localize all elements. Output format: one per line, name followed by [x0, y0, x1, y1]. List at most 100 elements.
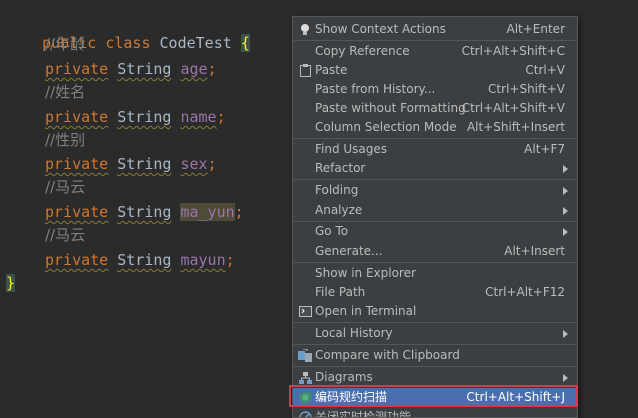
menu-item-shortcut: Ctrl+Alt+F12	[485, 285, 565, 299]
code-line-comment[interactable]: //年龄	[6, 33, 85, 56]
closing-brace: }	[6, 274, 16, 292]
scan-icon	[298, 390, 312, 405]
menu-item-label: Show Context Actions	[315, 22, 446, 36]
menu-item-label: Compare with Clipboard	[315, 348, 460, 362]
code-line-field-name[interactable]: private String name;	[6, 106, 226, 129]
menu-item-file-path[interactable]: File Path Ctrl+Alt+F12	[293, 283, 577, 302]
menu-item-refactor[interactable]: Refactor	[293, 159, 577, 178]
menu-item-local-history[interactable]: Local History	[293, 324, 577, 343]
menu-item-open-in-terminal[interactable]: Open in Terminal	[293, 302, 577, 321]
menu-item-label: Paste	[315, 63, 348, 77]
menu-separator	[294, 322, 576, 323]
menu-item-show-in-explorer[interactable]: Show in Explorer	[293, 264, 577, 283]
menu-item-shortcut: Alt+F7	[524, 142, 565, 156]
menu-item-paste-from-history[interactable]: Paste from History... Ctrl+Shift+V	[293, 80, 577, 99]
semicolon: ;	[207, 60, 217, 78]
field-name: mayun	[180, 251, 226, 269]
menu-item-shortcut: Ctrl+Alt+Shift+J	[466, 390, 565, 404]
menu-item-label: Local History	[315, 326, 393, 340]
menu-separator	[294, 344, 576, 345]
diagram-icon	[298, 370, 312, 385]
semicolon: ;	[234, 203, 244, 221]
menu-item-shortcut: Alt+Insert	[504, 244, 565, 258]
code-line-comment[interactable]: //马云	[6, 176, 85, 199]
editor-context-menu: Show Context Actions Alt+Enter Copy Refe…	[292, 16, 578, 418]
class-name: CodeTest	[159, 34, 232, 52]
menu-item-label: Show in Explorer	[315, 266, 416, 280]
menu-item-label: File Path	[315, 285, 366, 299]
menu-separator	[294, 138, 576, 139]
menu-separator	[294, 179, 576, 180]
menu-item-shortcut: Ctrl+V	[525, 63, 565, 77]
menu-item-code-standard-scan[interactable]: 编码规约扫描 Ctrl+Alt+Shift+J	[293, 388, 577, 407]
menu-item-label: Generate...	[315, 244, 383, 258]
menu-item-show-context-actions[interactable]: Show Context Actions Alt+Enter	[293, 20, 577, 39]
code-line-field-ma-yun[interactable]: private String ma_yun;	[6, 201, 244, 224]
clipboard-icon	[298, 63, 312, 78]
menu-item-diagrams[interactable]: Diagrams	[293, 368, 577, 387]
type-string: String	[117, 60, 172, 78]
menu-item-label: Go To	[315, 224, 349, 238]
field-name: name	[180, 108, 217, 126]
field-name-highlighted: ma_yun	[180, 203, 235, 221]
menu-item-shortcut: Alt+Shift+Insert	[466, 120, 565, 134]
type-string: String	[117, 155, 172, 173]
menu-item-label: Paste without Formatting	[315, 101, 466, 115]
semicolon: ;	[207, 155, 217, 173]
menu-item-shortcut: Ctrl+Alt+Shift+V	[461, 101, 565, 115]
type-string: String	[117, 203, 172, 221]
submenu-arrow-icon	[563, 374, 568, 382]
menu-item-analyze[interactable]: Analyze	[293, 201, 577, 220]
code-line-field-mayun[interactable]: private String mayun;	[6, 249, 235, 272]
comment-text: //年龄	[45, 35, 86, 53]
code-line-field-sex[interactable]: private String sex;	[6, 153, 217, 176]
code-line-comment[interactable]: //马云	[6, 224, 85, 247]
menu-separator	[294, 366, 576, 367]
menu-item-paste[interactable]: Paste Ctrl+V	[293, 61, 577, 80]
menu-item-label: Find Usages	[315, 142, 388, 156]
menu-item-disable-realtime-detection[interactable]: 关闭实时检测功能	[293, 408, 577, 417]
field-name: age	[180, 60, 208, 78]
submenu-arrow-icon	[563, 228, 568, 236]
code-line-closing[interactable]: }	[6, 272, 16, 295]
lightbulb-icon	[298, 22, 312, 37]
type-string: String	[117, 251, 172, 269]
menu-item-column-selection-mode[interactable]: Column Selection Mode Alt+Shift+Insert	[293, 118, 577, 137]
menu-item-copy-reference[interactable]: Copy Reference Ctrl+Alt+Shift+C	[293, 42, 577, 61]
menu-separator	[294, 262, 576, 263]
menu-item-paste-without-formatting[interactable]: Paste without Formatting Ctrl+Alt+Shift+…	[293, 99, 577, 118]
keyword-private: private	[45, 203, 109, 221]
code-line-class-declaration[interactable]: public class CodeTest {	[6, 9, 250, 52]
terminal-icon	[298, 304, 312, 319]
code-line-comment[interactable]: //姓名	[6, 81, 85, 104]
menu-item-label: Copy Reference	[315, 44, 410, 58]
menu-item-label: Refactor	[315, 161, 366, 175]
menu-item-compare-with-clipboard[interactable]: Compare with Clipboard	[293, 346, 577, 365]
menu-item-go-to[interactable]: Go To	[293, 222, 577, 241]
comment-text: //马云	[45, 178, 86, 196]
compare-icon	[298, 348, 312, 363]
menu-item-shortcut: Ctrl+Alt+Shift+C	[461, 44, 565, 58]
comment-text: //姓名	[45, 83, 86, 101]
menu-item-shortcut: Alt+Enter	[506, 22, 565, 36]
menu-item-folding[interactable]: Folding	[293, 181, 577, 200]
field-name: sex	[180, 155, 208, 173]
keyword-class: class	[105, 34, 151, 52]
keyword-private: private	[45, 155, 109, 173]
menu-item-label: Open in Terminal	[315, 304, 417, 318]
submenu-arrow-icon	[563, 207, 568, 215]
menu-item-generate[interactable]: Generate... Alt+Insert	[293, 242, 577, 261]
menu-separator	[294, 40, 576, 41]
stop-icon	[298, 410, 312, 417]
code-line-field-age[interactable]: private String age;	[6, 58, 217, 81]
menu-item-find-usages[interactable]: Find Usages Alt+F7	[293, 140, 577, 159]
keyword-private: private	[45, 108, 109, 126]
semicolon: ;	[225, 251, 235, 269]
menu-item-label: Analyze	[315, 203, 363, 217]
submenu-arrow-icon	[563, 187, 568, 195]
menu-item-label: Folding	[315, 183, 359, 197]
submenu-arrow-icon	[563, 330, 568, 338]
keyword-private: private	[45, 251, 109, 269]
code-line-comment[interactable]: //性别	[6, 129, 85, 152]
opening-brace: {	[240, 34, 250, 52]
